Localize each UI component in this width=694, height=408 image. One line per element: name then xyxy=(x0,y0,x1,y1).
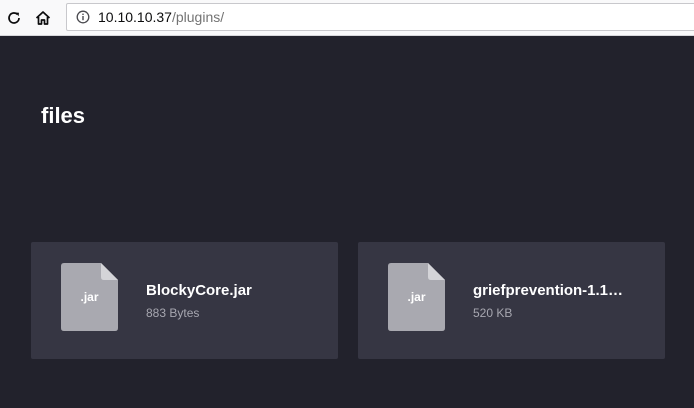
file-card[interactable]: .jar BlockyCore.jar 883 Bytes xyxy=(31,242,338,359)
file-size: 520 KB xyxy=(473,306,513,320)
url-host: 10.10.10.37 xyxy=(98,9,172,25)
file-card[interactable]: .jar griefprevention-1.1… 520 KB xyxy=(358,242,665,359)
url-text: 10.10.10.37/plugins/ xyxy=(98,9,224,25)
info-icon[interactable] xyxy=(76,10,90,24)
file-extension: .jar xyxy=(80,290,99,304)
url-bar[interactable]: 10.10.10.37/plugins/ xyxy=(66,3,694,31)
browser-toolbar: 10.10.10.37/plugins/ xyxy=(0,0,694,36)
reload-icon xyxy=(8,12,20,24)
page-title: files xyxy=(41,103,86,128)
file-name[interactable]: griefprevention-1.1… xyxy=(473,282,633,299)
url-path: /plugins/ xyxy=(171,9,225,25)
file-size: 883 Bytes xyxy=(146,306,200,320)
file-name[interactable]: BlockyCore.jar xyxy=(146,282,306,299)
home-button[interactable] xyxy=(31,6,55,30)
home-icon xyxy=(35,11,51,25)
reload-button[interactable] xyxy=(2,6,26,30)
file-extension: .jar xyxy=(407,290,426,304)
